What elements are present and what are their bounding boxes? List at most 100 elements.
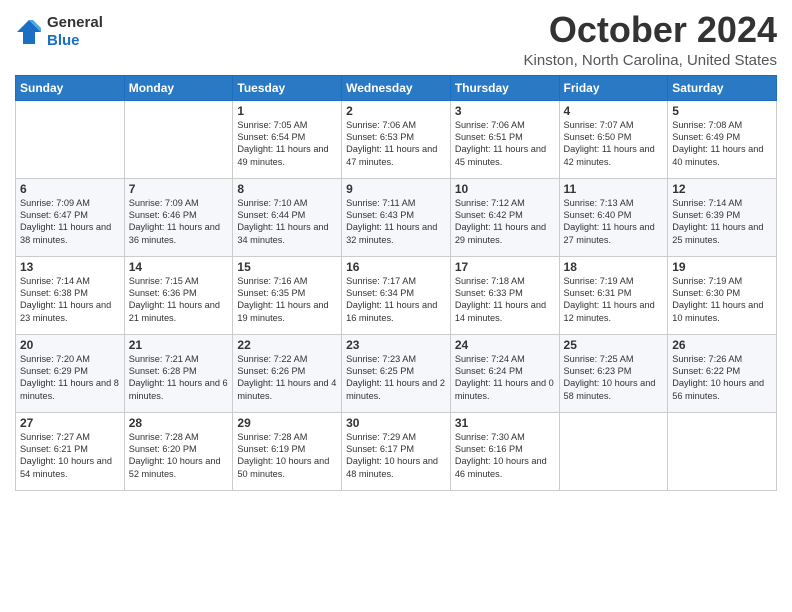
day-header-friday: Friday <box>559 75 668 100</box>
week-row-5: 27Sunrise: 7:27 AMSunset: 6:21 PMDayligh… <box>16 412 777 490</box>
day-number: 23 <box>346 338 446 352</box>
calendar-cell: 3Sunrise: 7:06 AMSunset: 6:51 PMDaylight… <box>450 100 559 178</box>
calendar-cell: 16Sunrise: 7:17 AMSunset: 6:34 PMDayligh… <box>342 256 451 334</box>
day-header-wednesday: Wednesday <box>342 75 451 100</box>
calendar-cell: 24Sunrise: 7:24 AMSunset: 6:24 PMDayligh… <box>450 334 559 412</box>
day-number: 24 <box>455 338 555 352</box>
calendar-cell: 7Sunrise: 7:09 AMSunset: 6:46 PMDaylight… <box>124 178 233 256</box>
cell-text: Sunrise: 7:29 AMSunset: 6:17 PMDaylight:… <box>346 431 446 481</box>
logo-text: General Blue <box>47 14 103 50</box>
day-header-tuesday: Tuesday <box>233 75 342 100</box>
cell-text: Sunrise: 7:25 AMSunset: 6:23 PMDaylight:… <box>564 353 664 403</box>
cell-text: Sunrise: 7:08 AMSunset: 6:49 PMDaylight:… <box>672 119 772 169</box>
cell-text: Sunrise: 7:06 AMSunset: 6:51 PMDaylight:… <box>455 119 555 169</box>
calendar-cell: 31Sunrise: 7:30 AMSunset: 6:16 PMDayligh… <box>450 412 559 490</box>
cell-text: Sunrise: 7:11 AMSunset: 6:43 PMDaylight:… <box>346 197 446 247</box>
day-number: 11 <box>564 182 664 196</box>
day-number: 8 <box>237 182 337 196</box>
calendar-cell: 25Sunrise: 7:25 AMSunset: 6:23 PMDayligh… <box>559 334 668 412</box>
calendar-cell: 17Sunrise: 7:18 AMSunset: 6:33 PMDayligh… <box>450 256 559 334</box>
day-number: 25 <box>564 338 664 352</box>
logo-icon <box>15 18 43 46</box>
calendar-cell: 26Sunrise: 7:26 AMSunset: 6:22 PMDayligh… <box>668 334 777 412</box>
header: General Blue October 2024 Kinston, North… <box>15 10 777 69</box>
day-header-saturday: Saturday <box>668 75 777 100</box>
calendar-cell: 13Sunrise: 7:14 AMSunset: 6:38 PMDayligh… <box>16 256 125 334</box>
calendar-cell: 15Sunrise: 7:16 AMSunset: 6:35 PMDayligh… <box>233 256 342 334</box>
day-number: 12 <box>672 182 772 196</box>
cell-text: Sunrise: 7:30 AMSunset: 6:16 PMDaylight:… <box>455 431 555 481</box>
calendar-cell: 11Sunrise: 7:13 AMSunset: 6:40 PMDayligh… <box>559 178 668 256</box>
calendar-cell: 18Sunrise: 7:19 AMSunset: 6:31 PMDayligh… <box>559 256 668 334</box>
calendar-cell: 22Sunrise: 7:22 AMSunset: 6:26 PMDayligh… <box>233 334 342 412</box>
cell-text: Sunrise: 7:13 AMSunset: 6:40 PMDaylight:… <box>564 197 664 247</box>
title-area: October 2024 Kinston, North Carolina, Un… <box>524 10 777 69</box>
day-number: 7 <box>129 182 229 196</box>
day-number: 18 <box>564 260 664 274</box>
cell-text: Sunrise: 7:10 AMSunset: 6:44 PMDaylight:… <box>237 197 337 247</box>
location-title: Kinston, North Carolina, United States <box>524 52 777 69</box>
month-title: October 2024 <box>524 10 777 50</box>
cell-text: Sunrise: 7:21 AMSunset: 6:28 PMDaylight:… <box>129 353 229 403</box>
day-number: 9 <box>346 182 446 196</box>
logo-area: General Blue <box>15 10 103 50</box>
calendar-cell: 21Sunrise: 7:21 AMSunset: 6:28 PMDayligh… <box>124 334 233 412</box>
day-number: 1 <box>237 104 337 118</box>
day-header-monday: Monday <box>124 75 233 100</box>
cell-text: Sunrise: 7:17 AMSunset: 6:34 PMDaylight:… <box>346 275 446 325</box>
calendar-cell: 4Sunrise: 7:07 AMSunset: 6:50 PMDaylight… <box>559 100 668 178</box>
logo-blue: Blue <box>47 32 80 49</box>
calendar-cell <box>124 100 233 178</box>
cell-text: Sunrise: 7:14 AMSunset: 6:39 PMDaylight:… <box>672 197 772 247</box>
header-row: SundayMondayTuesdayWednesdayThursdayFrid… <box>16 75 777 100</box>
calendar-cell <box>668 412 777 490</box>
cell-text: Sunrise: 7:05 AMSunset: 6:54 PMDaylight:… <box>237 119 337 169</box>
calendar-cell: 9Sunrise: 7:11 AMSunset: 6:43 PMDaylight… <box>342 178 451 256</box>
day-number: 27 <box>20 416 120 430</box>
calendar-cell: 19Sunrise: 7:19 AMSunset: 6:30 PMDayligh… <box>668 256 777 334</box>
cell-text: Sunrise: 7:14 AMSunset: 6:38 PMDaylight:… <box>20 275 120 325</box>
day-number: 15 <box>237 260 337 274</box>
calendar-cell: 29Sunrise: 7:28 AMSunset: 6:19 PMDayligh… <box>233 412 342 490</box>
day-number: 30 <box>346 416 446 430</box>
week-row-3: 13Sunrise: 7:14 AMSunset: 6:38 PMDayligh… <box>16 256 777 334</box>
cell-text: Sunrise: 7:24 AMSunset: 6:24 PMDaylight:… <box>455 353 555 403</box>
cell-text: Sunrise: 7:22 AMSunset: 6:26 PMDaylight:… <box>237 353 337 403</box>
day-number: 28 <box>129 416 229 430</box>
calendar-cell: 2Sunrise: 7:06 AMSunset: 6:53 PMDaylight… <box>342 100 451 178</box>
cell-text: Sunrise: 7:07 AMSunset: 6:50 PMDaylight:… <box>564 119 664 169</box>
calendar-cell: 1Sunrise: 7:05 AMSunset: 6:54 PMDaylight… <box>233 100 342 178</box>
cell-text: Sunrise: 7:15 AMSunset: 6:36 PMDaylight:… <box>129 275 229 325</box>
cell-text: Sunrise: 7:19 AMSunset: 6:30 PMDaylight:… <box>672 275 772 325</box>
calendar-cell: 30Sunrise: 7:29 AMSunset: 6:17 PMDayligh… <box>342 412 451 490</box>
day-number: 14 <box>129 260 229 274</box>
calendar-cell: 10Sunrise: 7:12 AMSunset: 6:42 PMDayligh… <box>450 178 559 256</box>
day-number: 13 <box>20 260 120 274</box>
calendar-cell: 28Sunrise: 7:28 AMSunset: 6:20 PMDayligh… <box>124 412 233 490</box>
cell-text: Sunrise: 7:12 AMSunset: 6:42 PMDaylight:… <box>455 197 555 247</box>
cell-text: Sunrise: 7:27 AMSunset: 6:21 PMDaylight:… <box>20 431 120 481</box>
logo-general: General <box>47 14 103 31</box>
day-number: 19 <box>672 260 772 274</box>
calendar-cell: 8Sunrise: 7:10 AMSunset: 6:44 PMDaylight… <box>233 178 342 256</box>
calendar-cell: 14Sunrise: 7:15 AMSunset: 6:36 PMDayligh… <box>124 256 233 334</box>
cell-text: Sunrise: 7:09 AMSunset: 6:47 PMDaylight:… <box>20 197 120 247</box>
cell-text: Sunrise: 7:19 AMSunset: 6:31 PMDaylight:… <box>564 275 664 325</box>
day-number: 26 <box>672 338 772 352</box>
page: General Blue October 2024 Kinston, North… <box>0 0 792 612</box>
day-number: 17 <box>455 260 555 274</box>
calendar-cell <box>559 412 668 490</box>
day-number: 29 <box>237 416 337 430</box>
cell-text: Sunrise: 7:28 AMSunset: 6:20 PMDaylight:… <box>129 431 229 481</box>
day-number: 16 <box>346 260 446 274</box>
calendar-cell: 12Sunrise: 7:14 AMSunset: 6:39 PMDayligh… <box>668 178 777 256</box>
day-header-thursday: Thursday <box>450 75 559 100</box>
cell-text: Sunrise: 7:23 AMSunset: 6:25 PMDaylight:… <box>346 353 446 403</box>
calendar-cell: 20Sunrise: 7:20 AMSunset: 6:29 PMDayligh… <box>16 334 125 412</box>
cell-text: Sunrise: 7:16 AMSunset: 6:35 PMDaylight:… <box>237 275 337 325</box>
calendar-cell: 27Sunrise: 7:27 AMSunset: 6:21 PMDayligh… <box>16 412 125 490</box>
day-number: 10 <box>455 182 555 196</box>
day-number: 6 <box>20 182 120 196</box>
cell-text: Sunrise: 7:28 AMSunset: 6:19 PMDaylight:… <box>237 431 337 481</box>
week-row-2: 6Sunrise: 7:09 AMSunset: 6:47 PMDaylight… <box>16 178 777 256</box>
